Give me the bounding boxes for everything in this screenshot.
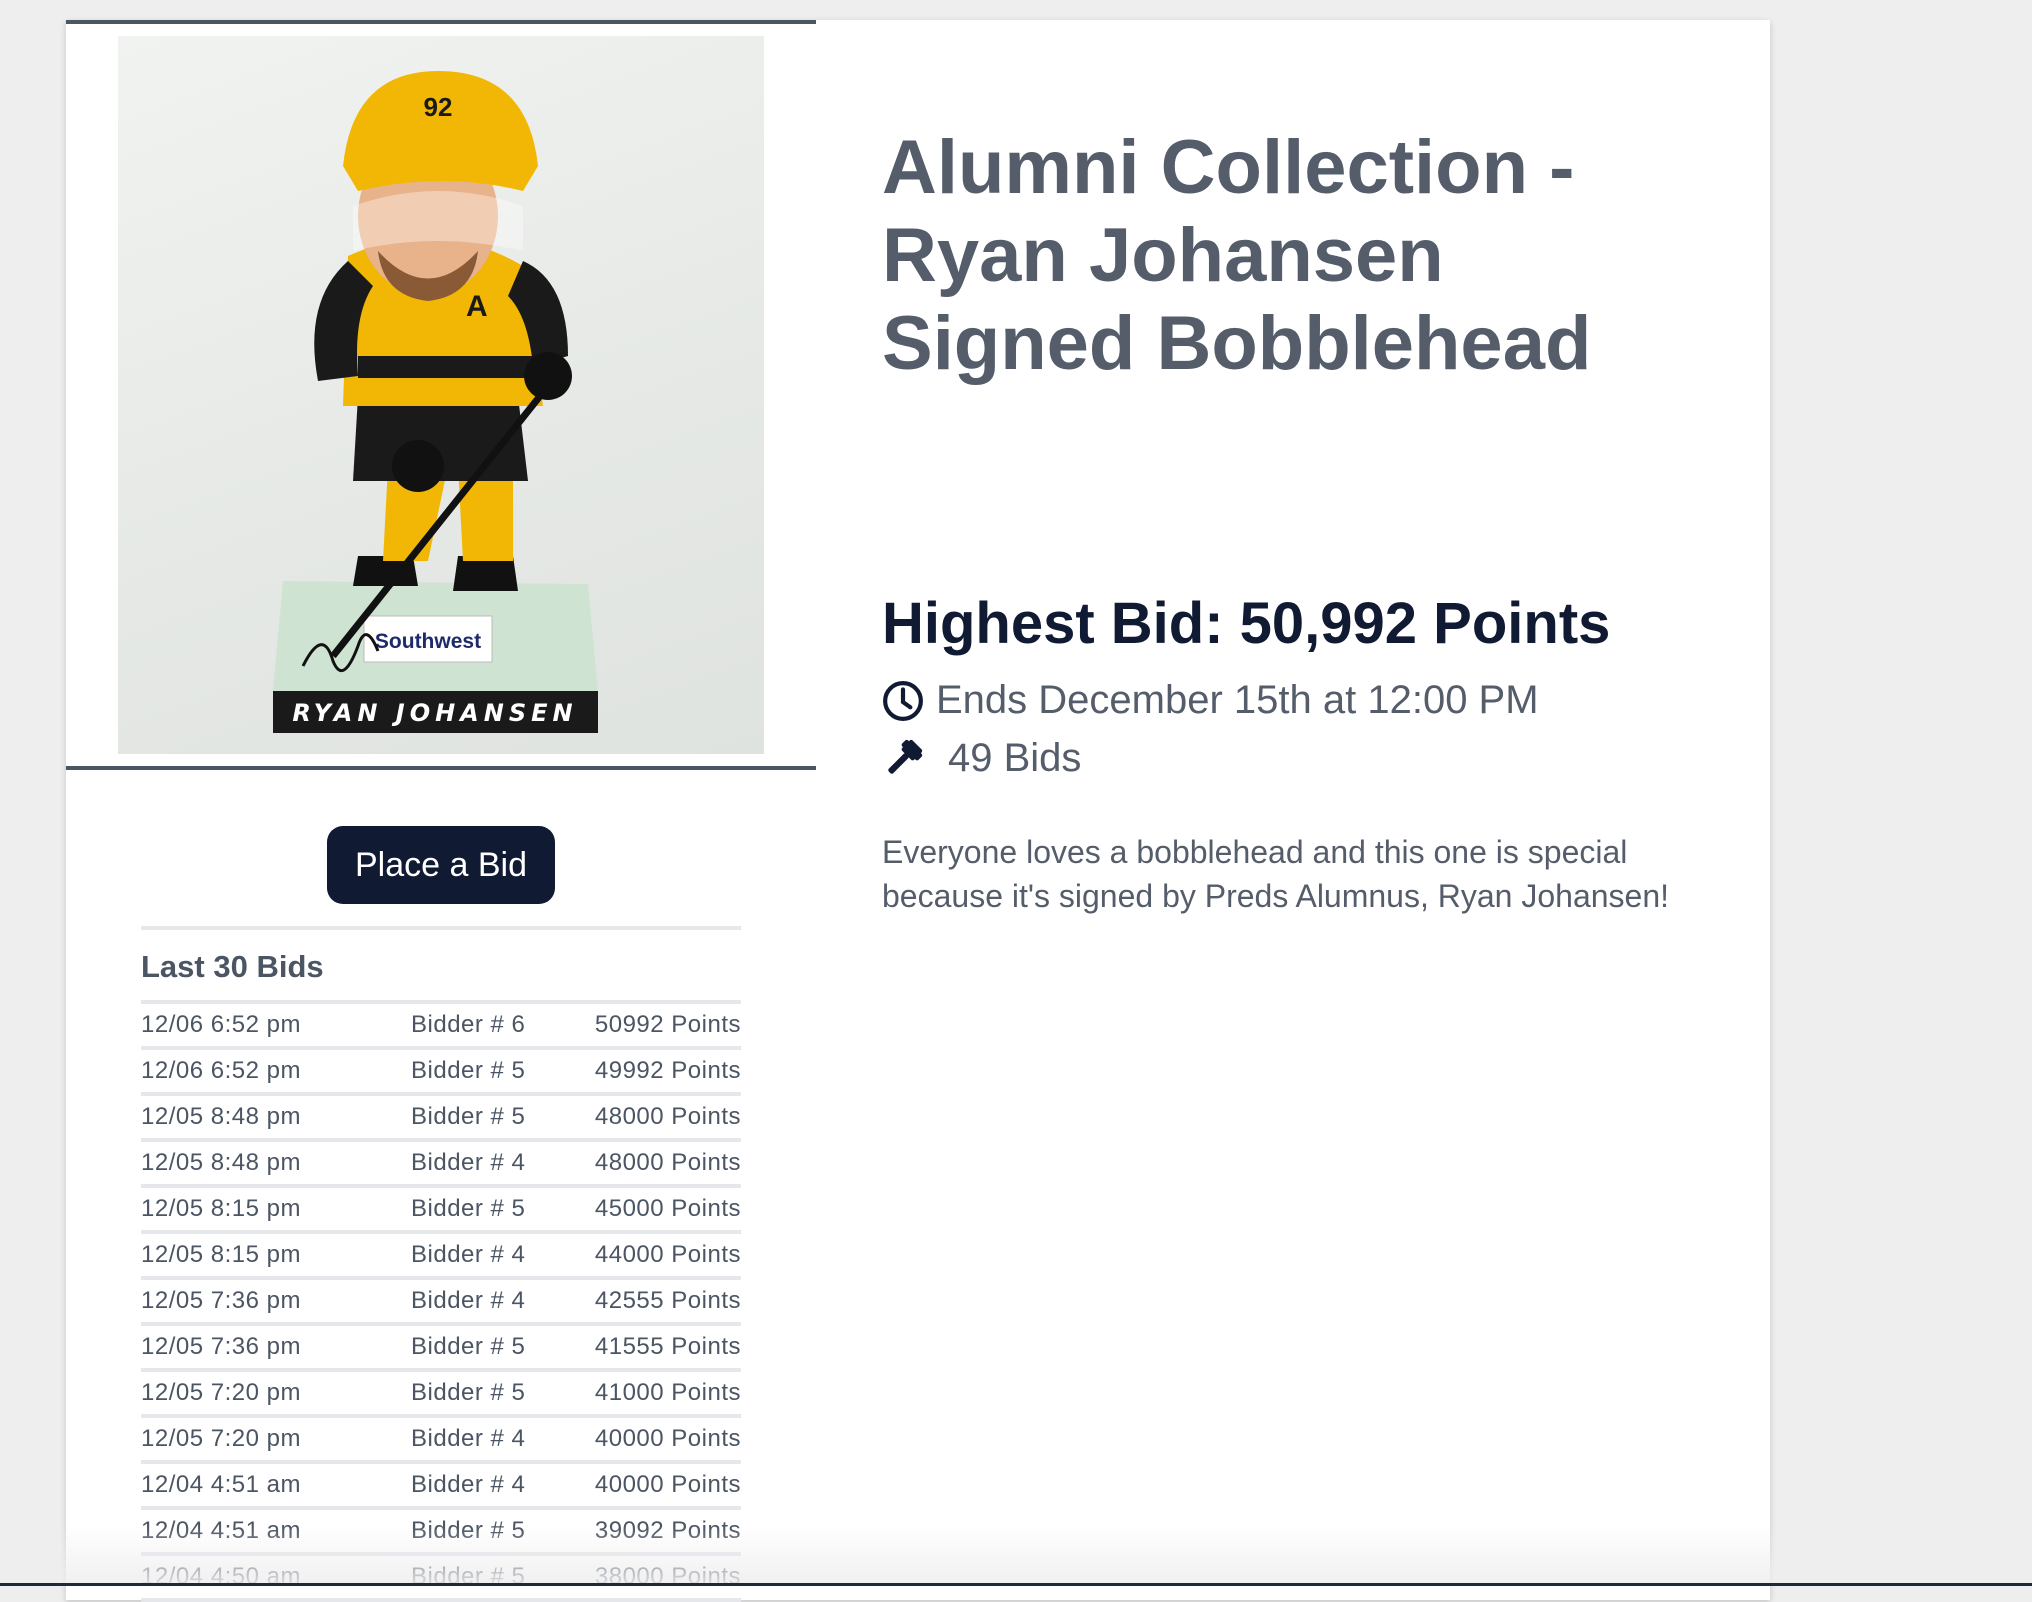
bid-bidder: Bidder # 4 bbox=[411, 1287, 526, 1314]
bid-bidder: Bidder # 4 bbox=[411, 1425, 526, 1452]
bid-bidder: Bidder # 5 bbox=[411, 1057, 526, 1084]
bid-bidder: Bidder # 5 bbox=[411, 1379, 526, 1406]
bid-amount: 41555 Points bbox=[594, 1333, 741, 1360]
bid-bidder: Bidder # 4 bbox=[411, 1241, 526, 1268]
bid-amount: 42555 Points bbox=[594, 1287, 741, 1314]
bid-time: 12/05 7:36 pm bbox=[141, 1333, 301, 1360]
helmet-number-text: 92 bbox=[424, 92, 453, 122]
item-description: Everyone loves a bobblehead and this one… bbox=[882, 834, 1670, 914]
bid-count: 49 Bids bbox=[882, 736, 1081, 781]
bid-row: 12/04 4:51 am Bidder # 5 39092 Points bbox=[141, 1510, 741, 1556]
bid-amount: 40000 Points bbox=[594, 1425, 741, 1452]
auction-end-text: Ends December 15th at 12:00 PM bbox=[936, 678, 1539, 722]
bid-time: 12/06 6:52 pm bbox=[141, 1057, 301, 1084]
base-name-text: RYAN JOHANSEN bbox=[292, 699, 577, 727]
bid-row: 12/05 8:15 pm Bidder # 5 45000 Points bbox=[141, 1188, 741, 1234]
sponsor-text: Southwest bbox=[375, 630, 481, 653]
bid-time: 12/05 8:48 pm bbox=[141, 1103, 301, 1130]
bid-amount: 38000 Points bbox=[594, 1563, 741, 1590]
bid-amount: 49992 Points bbox=[594, 1057, 741, 1084]
gavel-icon bbox=[882, 738, 924, 780]
bid-bidder: Bidder # 5 bbox=[411, 1563, 526, 1590]
product-photo[interactable]: RYAN JOHANSEN Southwest 92 A bbox=[118, 36, 764, 754]
highest-bid: Highest Bid: 50,992 Points bbox=[882, 591, 1611, 656]
bid-history-list: 12/06 6:52 pm Bidder # 6 50992 Points 12/06… bbox=[141, 1004, 741, 1602]
bid-amount: 45000 Points bbox=[594, 1195, 741, 1222]
bid-row: 12/06 6:52 pm Bidder # 5 49992 Points bbox=[141, 1050, 741, 1096]
bobblehead-figure: RYAN JOHANSEN Southwest 92 A bbox=[273, 71, 598, 733]
bid-row: 12/06 6:52 pm Bidder # 6 50992 Points bbox=[141, 1004, 741, 1050]
bid-time: 12/06 6:52 pm bbox=[141, 1011, 301, 1038]
bid-amount: 41000 Points bbox=[594, 1379, 741, 1406]
bid-bidder: Bidder # 6 bbox=[411, 1011, 526, 1038]
bid-amount: 48000 Points bbox=[594, 1149, 741, 1176]
bid-row: 12/05 7:36 pm Bidder # 4 42555 Points bbox=[141, 1280, 741, 1326]
bid-bidder: Bidder # 5 bbox=[411, 1195, 526, 1222]
product-image-frame: RYAN JOHANSEN Southwest 92 A bbox=[66, 20, 816, 770]
bid-row: 12/05 7:20 pm Bidder # 4 40000 Points bbox=[141, 1418, 741, 1464]
auction-item-card: RYAN JOHANSEN Southwest 92 A Place a Bid… bbox=[66, 20, 1770, 1602]
bid-amount: 44000 Points bbox=[594, 1241, 741, 1268]
bid-time: 12/05 8:15 pm bbox=[141, 1195, 301, 1222]
clock-icon bbox=[882, 680, 924, 722]
bid-time: 12/04 4:51 am bbox=[141, 1471, 301, 1498]
bid-row: 12/04 4:51 am Bidder # 4 40000 Points bbox=[141, 1464, 741, 1510]
bid-row: 12/05 7:20 pm Bidder # 5 41000 Points bbox=[141, 1372, 741, 1418]
last-bids-panel: Last 30 Bids 12/06 6:52 pm Bidder # 6 5099… bbox=[141, 926, 741, 1602]
auction-end-time: Ends December 15th at 12:00 PM bbox=[882, 678, 1539, 723]
bid-amount: 50992 Points bbox=[594, 1011, 741, 1038]
bid-time: 12/05 8:48 pm bbox=[141, 1149, 301, 1176]
bid-time: 12/04 4:50 am bbox=[141, 1563, 301, 1590]
bid-amount: 40000 Points bbox=[594, 1471, 741, 1498]
last-bids-title: Last 30 Bids bbox=[141, 930, 741, 1004]
bid-row: 12/05 8:48 pm Bidder # 4 48000 Points bbox=[141, 1142, 741, 1188]
item-title: Alumni Collection - Ryan Johansen Signed… bbox=[882, 125, 1592, 386]
bid-row: 12/05 8:15 pm Bidder # 4 44000 Points bbox=[141, 1234, 741, 1280]
bid-bidder: Bidder # 5 bbox=[411, 1103, 526, 1130]
bid-time: 12/05 8:15 pm bbox=[141, 1241, 301, 1268]
bid-count-text: 49 Bids bbox=[948, 736, 1082, 780]
bid-bidder: Bidder # 4 bbox=[411, 1149, 526, 1176]
bid-time: 12/05 7:20 pm bbox=[141, 1425, 301, 1452]
bid-row: 12/05 8:48 pm Bidder # 5 48000 Points bbox=[141, 1096, 741, 1142]
bid-amount: 48000 Points bbox=[594, 1103, 741, 1130]
bid-amount: 39092 Points bbox=[594, 1517, 741, 1544]
bid-bidder: Bidder # 5 bbox=[411, 1517, 526, 1544]
svg-text:A: A bbox=[466, 290, 488, 323]
bid-time: 12/05 7:20 pm bbox=[141, 1379, 301, 1406]
bid-row: 12/04 4:50 am Bidder # 5 38000 Points bbox=[141, 1556, 741, 1602]
bid-bidder: Bidder # 4 bbox=[411, 1471, 526, 1498]
bid-row: 12/05 7:36 pm Bidder # 5 41555 Points bbox=[141, 1326, 741, 1372]
bid-time: 12/05 7:36 pm bbox=[141, 1287, 301, 1314]
place-bid-button[interactable]: Place a Bid bbox=[327, 826, 555, 904]
bid-bidder: Bidder # 5 bbox=[411, 1333, 526, 1360]
bid-time: 12/04 4:51 am bbox=[141, 1517, 301, 1544]
